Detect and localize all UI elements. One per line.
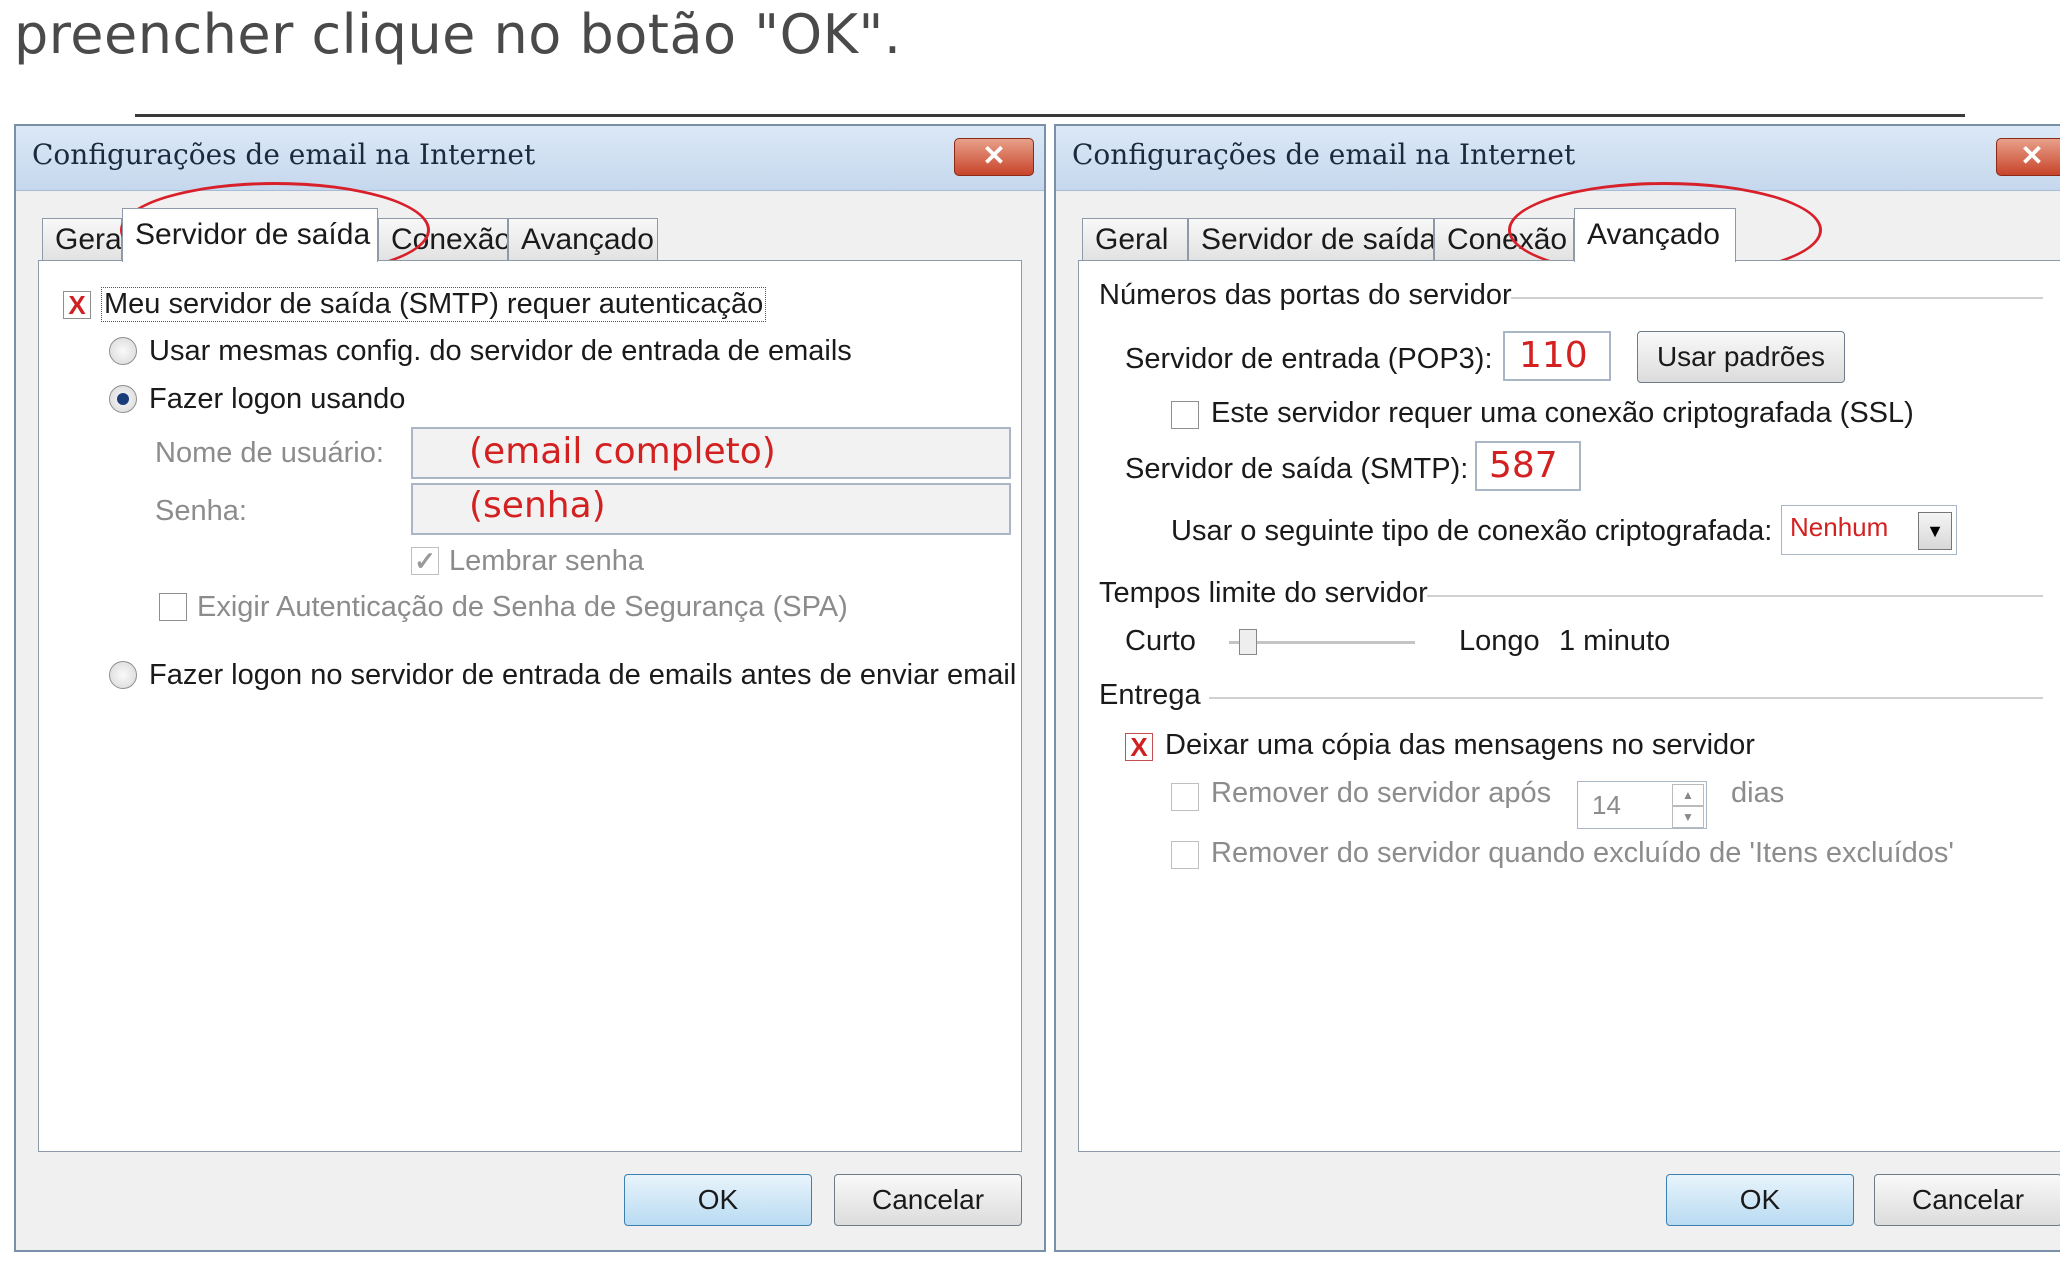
chevron-down-icon[interactable]: ▼ xyxy=(1918,512,1952,550)
tab-avancado[interactable]: Avançado xyxy=(508,218,658,260)
long-label: Longo xyxy=(1459,625,1540,657)
password-label: Senha: xyxy=(155,495,247,527)
spa-checkbox[interactable] xyxy=(159,593,187,621)
smtp-auth-checkbox[interactable]: X xyxy=(63,291,91,319)
radio-logon-using-label: Fazer logon usando xyxy=(149,383,406,415)
delivery-header: Entrega xyxy=(1099,679,1201,711)
ok-button[interactable]: OK xyxy=(1666,1174,1854,1226)
encryption-select[interactable]: Nenhum ▼ xyxy=(1781,505,1957,555)
tab-geral[interactable]: Geral xyxy=(42,218,122,260)
close-button[interactable]: ✕ xyxy=(1996,138,2060,176)
cancel-button[interactable]: Cancelar xyxy=(1874,1174,2060,1226)
delivery-separator xyxy=(1209,697,2043,699)
tab-servidor-de-saida[interactable]: Servidor de saída xyxy=(1188,218,1434,260)
smtp-port-label: Servidor de saída (SMTP): xyxy=(1125,453,1469,485)
dialog-title: Configurações de email na Internet xyxy=(32,138,536,171)
days-label: dias xyxy=(1731,777,1785,809)
timeouts-header: Tempos limite do servidor xyxy=(1099,577,1428,609)
close-button[interactable]: ✕ xyxy=(954,138,1034,176)
radio-logon-before-send[interactable] xyxy=(109,661,137,689)
password-value: (senha) xyxy=(469,485,606,526)
cancel-button[interactable]: Cancelar xyxy=(834,1174,1022,1226)
radio-same-settings-label: Usar mesmas config. do servidor de entra… xyxy=(149,335,852,367)
dialog-title: Configurações de email na Internet xyxy=(1072,138,1576,171)
spa-label: Exigir Autenticação de Senha de Seguranç… xyxy=(197,591,848,623)
remember-password-label: Lembrar senha xyxy=(449,545,645,577)
instruction-caption: preencher clique no botão "OK". xyxy=(14,3,902,66)
tab-geral[interactable]: Geral xyxy=(1082,218,1188,260)
spinner-down-icon[interactable]: ▼ xyxy=(1672,806,1704,828)
tab-panel: Números das portas do servidor Servidor … xyxy=(1078,260,2060,1152)
pop3-label: Servidor de entrada (POP3): xyxy=(1125,343,1493,375)
spinner-up-icon[interactable]: ▲ xyxy=(1672,784,1704,806)
username-field[interactable]: (email completo) xyxy=(411,427,1011,479)
email-settings-dialog-advanced: Configurações de email na Internet ✕ Ger… xyxy=(1054,124,2060,1252)
remove-deleted-label: Remover do servidor quando excluído de '… xyxy=(1211,837,1954,869)
ok-button[interactable]: OK xyxy=(624,1174,812,1226)
timeout-value: 1 minuto xyxy=(1559,625,1671,657)
smtp-auth-label: Meu servidor de saída (SMTP) requer aute… xyxy=(101,287,767,322)
timeouts-separator xyxy=(1427,595,2043,597)
remove-after-checkbox[interactable] xyxy=(1171,783,1199,811)
title-bar: Configurações de email na Internet ✕ xyxy=(16,126,1044,191)
ssl-checkbox[interactable] xyxy=(1171,401,1199,429)
use-defaults-button[interactable]: Usar padrões xyxy=(1637,331,1845,383)
ssl-label: Este servidor requer uma conexão criptog… xyxy=(1211,397,1914,429)
pop3-port-value: 110 xyxy=(1519,335,1588,376)
leave-copy-checkbox[interactable]: X xyxy=(1125,733,1153,761)
encryption-label: Usar o seguinte tipo de conexão criptogr… xyxy=(1171,515,1773,547)
username-label: Nome de usuário: xyxy=(155,437,384,469)
close-icon: ✕ xyxy=(2020,140,2044,171)
radio-same-settings[interactable] xyxy=(109,337,137,365)
close-icon: ✕ xyxy=(982,140,1006,171)
tab-avancado[interactable]: Avançado xyxy=(1574,208,1736,262)
radio-logon-using[interactable] xyxy=(109,385,137,413)
password-field[interactable]: (senha) xyxy=(411,483,1011,535)
title-bar: Configurações de email na Internet ✕ xyxy=(1056,126,2060,191)
pop3-port-field[interactable]: 110 xyxy=(1503,331,1611,381)
email-settings-dialog-outgoing: Configurações de email na Internet ✕ Ger… xyxy=(14,124,1046,1252)
short-label: Curto xyxy=(1125,625,1196,657)
encryption-value: Nenhum xyxy=(1790,512,1889,542)
tab-panel: X Meu servidor de saída (SMTP) requer au… xyxy=(38,260,1022,1152)
username-value: (email completo) xyxy=(469,431,776,472)
leave-copy-label: Deixar uma cópia das mensagens no servid… xyxy=(1165,729,1755,761)
ports-separator xyxy=(1511,297,2043,299)
remove-after-label: Remover do servidor após xyxy=(1211,777,1552,809)
remove-deleted-checkbox[interactable] xyxy=(1171,841,1199,869)
smtp-port-value: 587 xyxy=(1489,445,1558,486)
tab-servidor-de-saida[interactable]: Servidor de saída xyxy=(122,208,378,262)
divider-line xyxy=(135,114,1965,117)
timeout-slider-thumb[interactable] xyxy=(1239,629,1257,655)
remember-password-checkbox[interactable]: ✓ xyxy=(411,547,439,575)
radio-logon-before-send-label: Fazer logon no servidor de entrada de em… xyxy=(149,659,1017,691)
ports-header: Números das portas do servidor xyxy=(1099,279,1512,311)
remove-days-spinner[interactable]: 14 ▲ ▼ xyxy=(1577,781,1707,829)
remove-days-value: 14 xyxy=(1592,790,1621,820)
smtp-port-field[interactable]: 587 xyxy=(1475,441,1581,491)
